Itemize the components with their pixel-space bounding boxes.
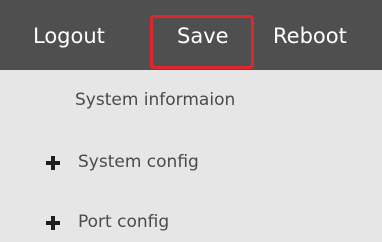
save-button[interactable]: Save	[177, 24, 229, 48]
menu-item-system-config[interactable]: System config	[0, 146, 382, 186]
reboot-button[interactable]: Reboot	[273, 24, 347, 48]
top-navigation-bar: Logout Save Reboot	[0, 0, 382, 70]
menu-item-label: System config	[78, 152, 199, 172]
menu-item-label: System informaion	[75, 90, 236, 110]
side-menu: System informaion System config Port con…	[0, 70, 382, 242]
menu-item-port-config[interactable]: Port config	[0, 206, 382, 242]
logout-button[interactable]: Logout	[33, 24, 105, 48]
app-window: Logout Save Reboot System informaion Sys…	[0, 0, 382, 242]
menu-item-label: Port config	[78, 212, 170, 232]
menu-item-system-information[interactable]: System informaion	[0, 84, 382, 124]
plus-icon	[46, 216, 60, 230]
plus-icon	[46, 156, 60, 170]
